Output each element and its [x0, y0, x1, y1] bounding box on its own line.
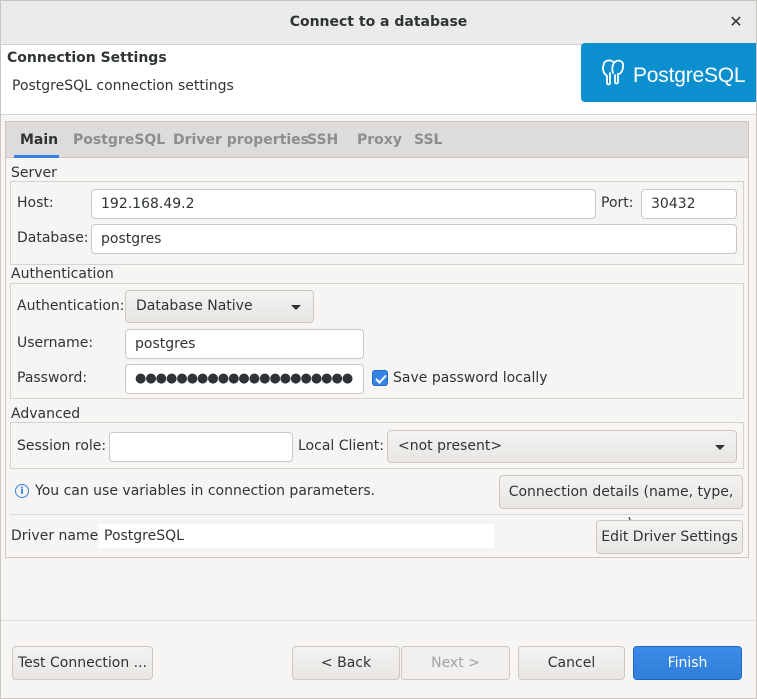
authentication-label: Authentication: — [17, 298, 125, 314]
port-label: Port: — [601, 195, 634, 211]
tab-ssl[interactable]: SSL — [414, 122, 442, 158]
elephant-icon — [602, 59, 624, 86]
driver-name-field: PostgreSQL — [99, 524, 494, 548]
tab-driver-properties[interactable]: Driver properties — [173, 122, 309, 158]
session-role-input[interactable] — [109, 432, 293, 462]
back-button[interactable]: < Back — [292, 646, 400, 680]
password-label: Password: — [17, 370, 88, 386]
save-password-checkbox[interactable] — [372, 370, 388, 386]
variables-info-text: You can use variables in connection para… — [35, 483, 376, 499]
close-icon[interactable]: ✕ — [724, 10, 748, 34]
active-tab-indicator — [14, 155, 59, 158]
test-connection-button[interactable]: Test Connection ... — [12, 646, 153, 680]
divider — [10, 514, 744, 515]
advanced-group-label: Advanced — [11, 406, 83, 422]
finish-button[interactable]: Finish — [633, 646, 742, 680]
tab-postgresql[interactable]: PostgreSQL — [73, 122, 165, 158]
authentication-group-label: Authentication — [11, 266, 116, 282]
database-label: Database: — [17, 230, 89, 246]
driver-name-label: Driver name: — [11, 528, 103, 544]
footer-divider — [0, 620, 757, 621]
cancel-button[interactable]: Cancel — [518, 646, 625, 680]
username-label: Username: — [17, 335, 94, 351]
header-title: Connection Settings — [7, 50, 167, 66]
password-input[interactable]: ●●●●●●●●●●●●●●●●●●●●● — [125, 364, 364, 394]
username-input[interactable]: postgres — [125, 329, 364, 359]
next-button[interactable]: Next > — [401, 646, 510, 680]
window-title: Connect to a database — [289, 14, 468, 30]
server-group-label: Server — [11, 165, 59, 181]
chevron-down-icon — [291, 305, 301, 310]
session-role-label: Session role: — [17, 438, 107, 454]
tab-ssh[interactable]: SSH — [307, 122, 338, 158]
host-label: Host: — [17, 195, 54, 211]
chevron-down-icon — [715, 445, 725, 450]
authentication-select[interactable]: Database Native — [125, 290, 314, 323]
logo-text: PostgreSQL — [633, 64, 746, 87]
checkmark-icon — [375, 374, 387, 384]
authentication-select-value: Database Native — [136, 298, 253, 314]
header-subtitle: PostgreSQL connection settings — [12, 78, 234, 94]
tab-main[interactable]: Main — [20, 122, 58, 158]
local-client-label: Local Client: — [298, 438, 384, 454]
local-client-select[interactable]: <not present> — [387, 430, 737, 463]
port-input[interactable]: 30432 — [641, 189, 737, 219]
database-input[interactable]: postgres — [91, 224, 737, 254]
save-password-label[interactable]: Save password locally — [393, 370, 548, 386]
local-client-select-value: <not present> — [398, 438, 503, 454]
host-input[interactable]: 192.168.49.2 — [91, 189, 596, 219]
info-icon: i — [15, 484, 29, 498]
edit-driver-settings-button[interactable]: Edit Driver Settings — [596, 520, 743, 554]
tab-proxy[interactable]: Proxy — [357, 122, 402, 158]
connection-details-button[interactable]: Connection details (name, type, ... ) — [499, 475, 743, 532]
